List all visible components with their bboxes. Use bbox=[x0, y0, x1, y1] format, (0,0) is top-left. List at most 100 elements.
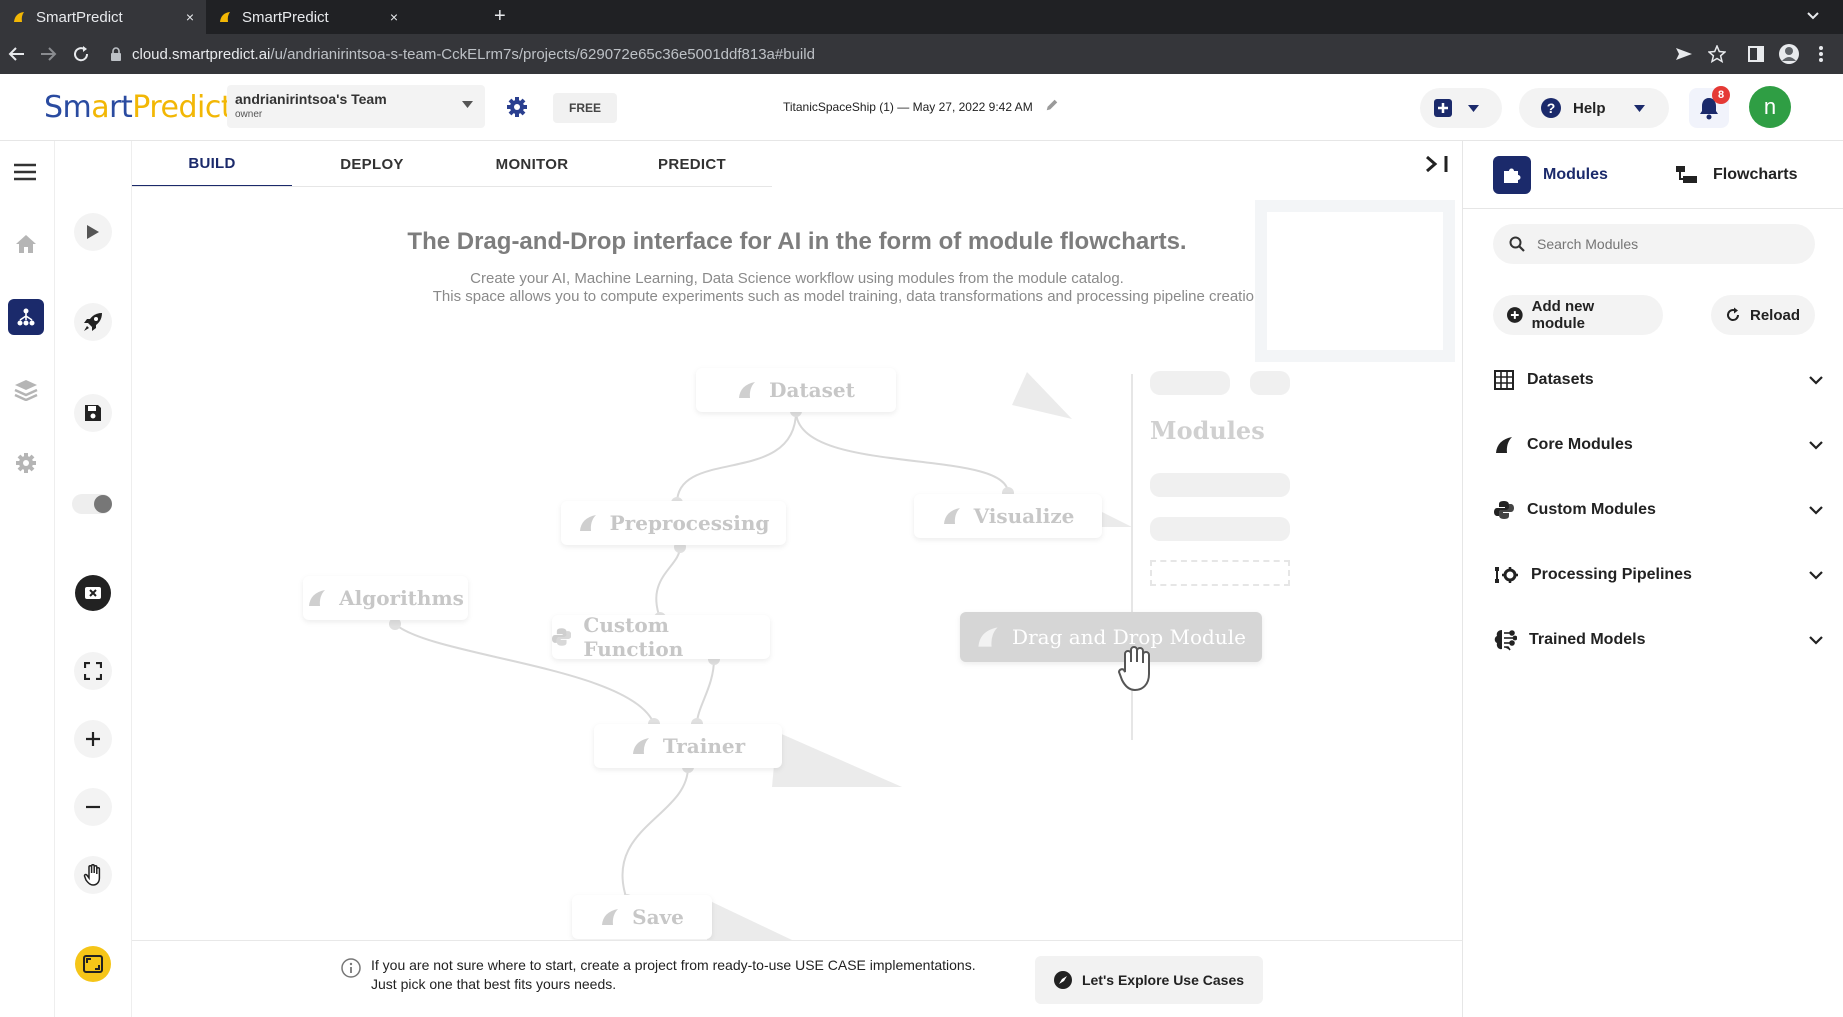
grab-hand-icon bbox=[1117, 646, 1150, 692]
leaf-icon bbox=[978, 627, 998, 647]
nav-settings[interactable] bbox=[8, 445, 44, 481]
sample-modules-title: Modules bbox=[1150, 416, 1265, 445]
tab-flowcharts[interactable]: Flowcharts bbox=[1675, 165, 1797, 185]
category-core-modules[interactable]: Core Modules bbox=[1493, 425, 1823, 465]
main-nav-rail bbox=[0, 141, 55, 1017]
send-icon[interactable] bbox=[1675, 46, 1693, 62]
info-icon bbox=[341, 958, 361, 978]
help-button[interactable]: ? Help bbox=[1519, 88, 1669, 128]
zoom-out-button[interactable] bbox=[74, 788, 112, 826]
flowchart-icon bbox=[17, 308, 35, 326]
address-bar[interactable]: cloud.smartpredict.ai/u/andrianirintsoa-… bbox=[110, 41, 815, 67]
reload-icon bbox=[1727, 307, 1740, 321]
close-tab-icon[interactable]: × bbox=[390, 9, 398, 25]
deploy-button[interactable] bbox=[74, 303, 112, 341]
explore-use-cases-button[interactable]: Let's Explore Use Cases bbox=[1035, 956, 1263, 1004]
pan-hand-button[interactable] bbox=[74, 856, 112, 894]
explore-label: Let's Explore Use Cases bbox=[1081, 972, 1245, 988]
smartpredict-favicon-icon bbox=[14, 12, 24, 22]
tab-monitor[interactable]: MONITOR bbox=[452, 141, 612, 187]
project-separator: — bbox=[897, 100, 910, 114]
tab-modules[interactable]: Modules bbox=[1493, 156, 1608, 194]
collapse-panel-icon[interactable] bbox=[1424, 154, 1454, 174]
nav-home[interactable] bbox=[8, 226, 44, 262]
add-menu-button[interactable] bbox=[1420, 88, 1502, 128]
chevron-down-icon bbox=[1809, 505, 1823, 515]
fit-view-button[interactable] bbox=[75, 946, 111, 982]
chevron-down-icon bbox=[1809, 635, 1823, 645]
chevron-down-icon bbox=[1809, 440, 1823, 450]
category-label: Trained Models bbox=[1529, 631, 1646, 648]
flowchart-canvas[interactable]: The Drag-and-Drop interface for AI in th… bbox=[132, 187, 1462, 940]
search-input[interactable] bbox=[1537, 236, 1777, 252]
hand-icon bbox=[83, 864, 101, 886]
forward-arrow-icon[interactable] bbox=[39, 45, 57, 63]
reload-button[interactable]: Reload bbox=[1711, 295, 1815, 335]
run-button[interactable] bbox=[74, 213, 112, 251]
placeholder-bar bbox=[1150, 371, 1230, 395]
notifications-button[interactable]: 8 bbox=[1689, 86, 1730, 128]
leaf-icon bbox=[1493, 434, 1515, 456]
profile-icon[interactable] bbox=[1778, 43, 1800, 65]
project-tabs: BUILD DEPLOY MONITOR PREDICT bbox=[132, 141, 772, 187]
back-arrow-icon[interactable] bbox=[8, 45, 26, 63]
layers-icon bbox=[14, 380, 38, 401]
category-datasets[interactable]: Datasets bbox=[1493, 360, 1823, 400]
tab-search-chevron-icon[interactable] bbox=[1806, 11, 1820, 21]
browser-tab-strip: SmartPredict × SmartPredict × + bbox=[0, 0, 1843, 34]
tab-build[interactable]: BUILD bbox=[132, 141, 292, 187]
save-button[interactable] bbox=[74, 394, 112, 432]
tip-line: Just pick one that best fits yours needs… bbox=[371, 976, 617, 992]
category-custom-modules[interactable]: Custom Modules bbox=[1493, 490, 1823, 530]
tip-line: If you are not sure where to start, crea… bbox=[371, 957, 976, 973]
browser-tab[interactable]: SmartPredict × bbox=[0, 0, 206, 34]
sample-node-drag-drop: Drag and Drop Module bbox=[960, 612, 1262, 662]
category-label: Processing Pipelines bbox=[1531, 566, 1692, 583]
rocket-icon bbox=[84, 313, 102, 331]
edit-pencil-icon[interactable] bbox=[1044, 98, 1060, 112]
nav-layers[interactable] bbox=[8, 372, 44, 408]
close-tab-icon[interactable]: × bbox=[186, 9, 194, 25]
toggle-switch[interactable] bbox=[72, 494, 112, 514]
node-label: Custom Function bbox=[583, 613, 684, 661]
pipeline-icon bbox=[1493, 564, 1519, 586]
brain-icon bbox=[1493, 629, 1517, 651]
browser-tab[interactable]: SmartPredict × bbox=[206, 0, 410, 34]
project-name: TitanicSpaceShip (1) bbox=[782, 100, 894, 114]
leaf-icon bbox=[602, 909, 619, 925]
user-avatar[interactable]: n bbox=[1749, 86, 1791, 128]
fit-screen-icon bbox=[83, 955, 103, 973]
add-new-module-button[interactable]: Add new module bbox=[1493, 295, 1663, 335]
module-catalog-panel: Modules Flowcharts Add new module Reload… bbox=[1462, 141, 1843, 1017]
gear-icon bbox=[16, 453, 36, 473]
python-icon bbox=[1493, 499, 1515, 521]
module-search[interactable] bbox=[1493, 224, 1815, 264]
fullscreen-button[interactable] bbox=[74, 652, 112, 690]
node-label: Preprocessing bbox=[609, 511, 770, 535]
fullscreen-icon bbox=[84, 662, 102, 680]
tab-predict[interactable]: PREDICT bbox=[612, 141, 772, 187]
add-circle-icon bbox=[1507, 307, 1523, 323]
sample-node-visualize: Visualize bbox=[914, 494, 1102, 538]
new-tab-button[interactable]: + bbox=[494, 5, 506, 28]
nav-flowchart-builder[interactable] bbox=[8, 299, 44, 335]
sample-node-custom-function: Custom Function bbox=[552, 613, 770, 661]
reload-icon[interactable] bbox=[72, 45, 90, 63]
leaf-icon bbox=[943, 508, 960, 524]
tab-deploy[interactable]: DEPLOY bbox=[292, 141, 452, 187]
browser-tab-title: SmartPredict bbox=[36, 8, 123, 26]
zoom-in-button[interactable] bbox=[74, 720, 112, 758]
bookmark-star-icon[interactable] bbox=[1708, 45, 1726, 63]
clear-canvas-button[interactable] bbox=[75, 575, 111, 611]
browser-menu-icon[interactable] bbox=[1818, 45, 1824, 63]
hamburger-menu-icon[interactable] bbox=[14, 163, 36, 181]
placeholder-bar bbox=[1250, 371, 1290, 395]
category-label: Core Modules bbox=[1527, 436, 1633, 453]
tab-modules-label: Modules bbox=[1543, 166, 1608, 183]
leaf-icon bbox=[632, 738, 649, 754]
side-panel-icon[interactable] bbox=[1748, 46, 1764, 62]
clear-x-icon bbox=[85, 587, 101, 599]
category-processing-pipelines[interactable]: Processing Pipelines bbox=[1493, 555, 1823, 595]
drop-zone-placeholder bbox=[1150, 560, 1290, 586]
category-trained-models[interactable]: Trained Models bbox=[1493, 620, 1823, 660]
